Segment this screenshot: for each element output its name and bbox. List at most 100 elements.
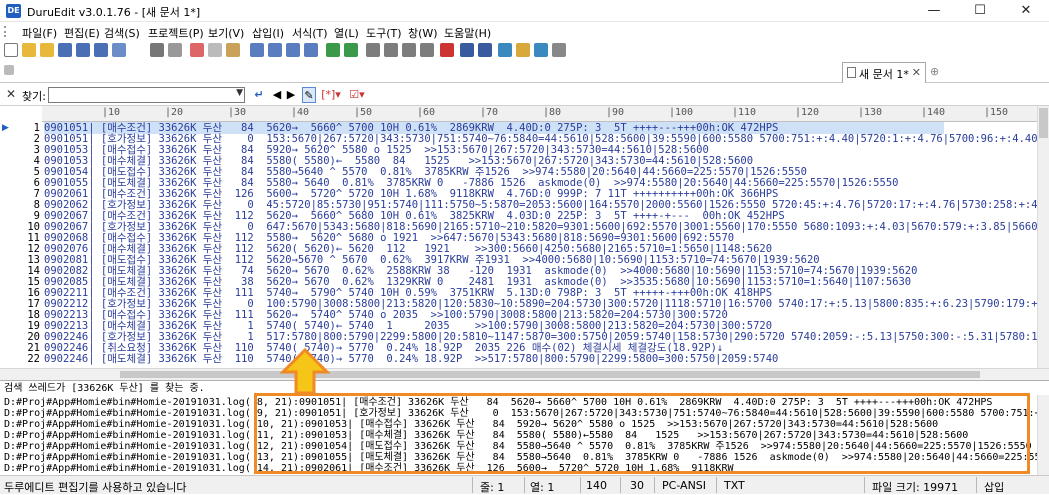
wrap-icon[interactable] xyxy=(402,43,416,57)
find-enter-icon[interactable]: ↵ xyxy=(252,87,266,103)
menu-column[interactable]: 열(L) xyxy=(334,25,359,41)
up-arrow-icon xyxy=(280,348,330,395)
menu-help[interactable]: 도움말(H) xyxy=(444,25,491,41)
tab-add-icon[interactable]: ⊕ xyxy=(930,65,939,78)
search-result-row[interactable]: D:#Proj#App#Homie#bin#Homie-20191031.log… xyxy=(4,408,1049,419)
close-button[interactable]: ✕ xyxy=(1003,0,1049,22)
status-message: 두루에디트 편집기를 사용하고 있습니다 xyxy=(4,481,187,494)
toolbar xyxy=(0,41,1049,60)
search-result-row[interactable]: D:#Proj#App#Homie#bin#Homie-20191031.log… xyxy=(4,397,992,408)
ruler-tick: |100 xyxy=(669,107,694,118)
editor-area[interactable]: |10 |20 |30 |40 |50 |60 |70 |80 |90 |100 |110 |120 |… xyxy=(0,106,1049,368)
hex-icon[interactable] xyxy=(440,43,454,57)
menu-format[interactable]: 서식(T) xyxy=(292,25,328,41)
menu-search[interactable]: 검색(S) xyxy=(104,25,140,41)
find-prev-icon[interactable]: ◀ xyxy=(272,87,282,103)
editor-vertical-scrollbar[interactable] xyxy=(1037,106,1049,368)
maximize-button[interactable]: ☐ xyxy=(957,0,1003,22)
line-number: 22 xyxy=(27,353,40,365)
highlight-icon[interactable]: ✎ xyxy=(302,87,316,103)
find-dropdown-icon[interactable]: ▼ xyxy=(236,88,243,98)
editor-text[interactable]: 0901051| [매수조건] 33626K 두산 84 5620→ 5660^… xyxy=(42,122,1037,368)
vertical-scroll-thumb[interactable] xyxy=(1039,108,1048,138)
find-input[interactable]: ▼ xyxy=(48,87,245,103)
ruler-tick: |140 xyxy=(921,107,946,118)
search-result-row[interactable]: D:#Proj#App#Homie#bin#Homie-20191031.log… xyxy=(4,419,938,430)
menu-view[interactable]: 보기(V) xyxy=(208,25,244,41)
tab-close-icon[interactable]: ✕ xyxy=(912,66,921,79)
app-icon: DE xyxy=(6,4,21,18)
find-close-icon[interactable]: ✕ xyxy=(6,87,16,101)
paste-icon[interactable] xyxy=(226,43,240,57)
horizontal-scroll-thumb[interactable] xyxy=(120,371,980,378)
replace-icon[interactable] xyxy=(286,43,300,57)
status-line: 줄: 1 xyxy=(480,481,505,494)
compile-icon[interactable] xyxy=(478,43,492,57)
menu-insert[interactable]: 삽입(I) xyxy=(252,25,284,41)
ruler-tick: |130 xyxy=(858,107,883,118)
status-encoding: PC-ANSI xyxy=(662,479,707,492)
status-filetype: TXT xyxy=(724,479,745,492)
find-next-arrow-icon[interactable]: ▶ xyxy=(286,87,296,103)
search-result-row[interactable]: D:#Proj#App#Homie#bin#Homie-20191031.log… xyxy=(4,452,1049,463)
tab-bar: 새 문서 1* ✕ ⊕ xyxy=(0,60,1049,83)
line-number-gutter: 1 2 3 4 5 6 7 8 9 10 11 12 13 14 15 16 17 18 19 20 21 22 ▶ xyxy=(0,122,42,368)
status-filesize: 파일 크기: 19971 xyxy=(872,481,959,494)
regex-icon[interactable]: [*]▾ xyxy=(320,87,342,103)
menu-grip xyxy=(4,26,11,37)
window-title: DuruEdit v3.0.1.76 - [새 문서 1*] xyxy=(27,6,201,19)
editor-horizontal-scrollbar[interactable] xyxy=(0,368,1049,380)
tab-menu-icon[interactable] xyxy=(4,65,14,75)
results-scrollbar[interactable] xyxy=(1037,395,1049,475)
ruler-tick: |150 xyxy=(984,107,1009,118)
redo-icon[interactable] xyxy=(344,43,358,57)
find-label: 찾기: xyxy=(22,90,46,103)
ruler-tick: |80 xyxy=(543,107,562,118)
ruler-tick: |90 xyxy=(606,107,625,118)
undo-icon[interactable] xyxy=(326,43,340,57)
menu-bar: 파일(F) 편집(E) 검색(S) 프로젝트(P) 보기(V) 삽입(I) 서식… xyxy=(0,22,1049,41)
search-result-row[interactable]: D:#Proj#App#Homie#bin#Homie-20191031.log… xyxy=(4,441,1032,452)
ruler-tick: |110 xyxy=(732,107,757,118)
tab-label: 새 문서 1* xyxy=(859,68,909,81)
ruler-tick: |60 xyxy=(417,107,436,118)
new-file-icon[interactable] xyxy=(4,43,18,57)
tab-new-document[interactable]: 새 문서 1* ✕ xyxy=(842,62,926,83)
open-recent-icon[interactable] xyxy=(40,43,54,57)
search-result-row[interactable]: D:#Proj#App#Homie#bin#Homie-20191031.log… xyxy=(4,463,734,474)
help-icon[interactable] xyxy=(534,43,548,57)
options-icon[interactable] xyxy=(516,43,530,57)
about-icon[interactable] xyxy=(552,43,566,57)
cut-icon[interactable] xyxy=(190,43,204,57)
menu-project[interactable]: 프로젝트(P) xyxy=(148,25,204,41)
minimize-button[interactable]: — xyxy=(911,0,957,22)
menu-edit[interactable]: 편집(E) xyxy=(64,25,100,41)
menu-window[interactable]: 창(W) xyxy=(408,25,438,41)
menu-tools[interactable]: 도구(T) xyxy=(366,25,402,41)
find-in-files-icon[interactable] xyxy=(304,43,318,57)
run-icon[interactable] xyxy=(460,43,474,57)
close-file-icon[interactable] xyxy=(112,43,126,57)
open-folder-icon[interactable] xyxy=(22,43,36,57)
search-results-panel[interactable]: 검색 쓰레드가 [33626K 두산] 를 찾는 중. D:#Proj#App#H… xyxy=(0,380,1049,475)
goto-icon[interactable] xyxy=(366,43,380,57)
save-as-icon[interactable] xyxy=(94,43,108,57)
web-icon[interactable] xyxy=(498,43,512,57)
print-preview-icon[interactable] xyxy=(168,43,182,57)
print-icon[interactable] xyxy=(150,43,164,57)
editor-line[interactable]: 0902246| [매도체결] 33626K 두산 110 5740( 5740… xyxy=(44,353,778,365)
copy-icon[interactable] xyxy=(208,43,222,57)
find-icon[interactable] xyxy=(250,43,264,57)
ruler-tick: |40 xyxy=(291,107,310,118)
document-icon xyxy=(847,67,856,78)
bookmark-icon[interactable] xyxy=(384,43,398,57)
ruler-icon[interactable] xyxy=(420,43,434,57)
match-options-icon[interactable]: ☑▾ xyxy=(346,87,368,103)
search-result-row[interactable]: D:#Proj#App#Homie#bin#Homie-20191031.log… xyxy=(4,430,968,441)
menu-file[interactable]: 파일(F) xyxy=(22,25,57,41)
save-icon[interactable] xyxy=(58,43,72,57)
save-all-icon[interactable] xyxy=(76,43,90,57)
ruler-tick: |50 xyxy=(354,107,373,118)
find-next-icon[interactable] xyxy=(268,43,282,57)
ruler-tick: |120 xyxy=(795,107,820,118)
